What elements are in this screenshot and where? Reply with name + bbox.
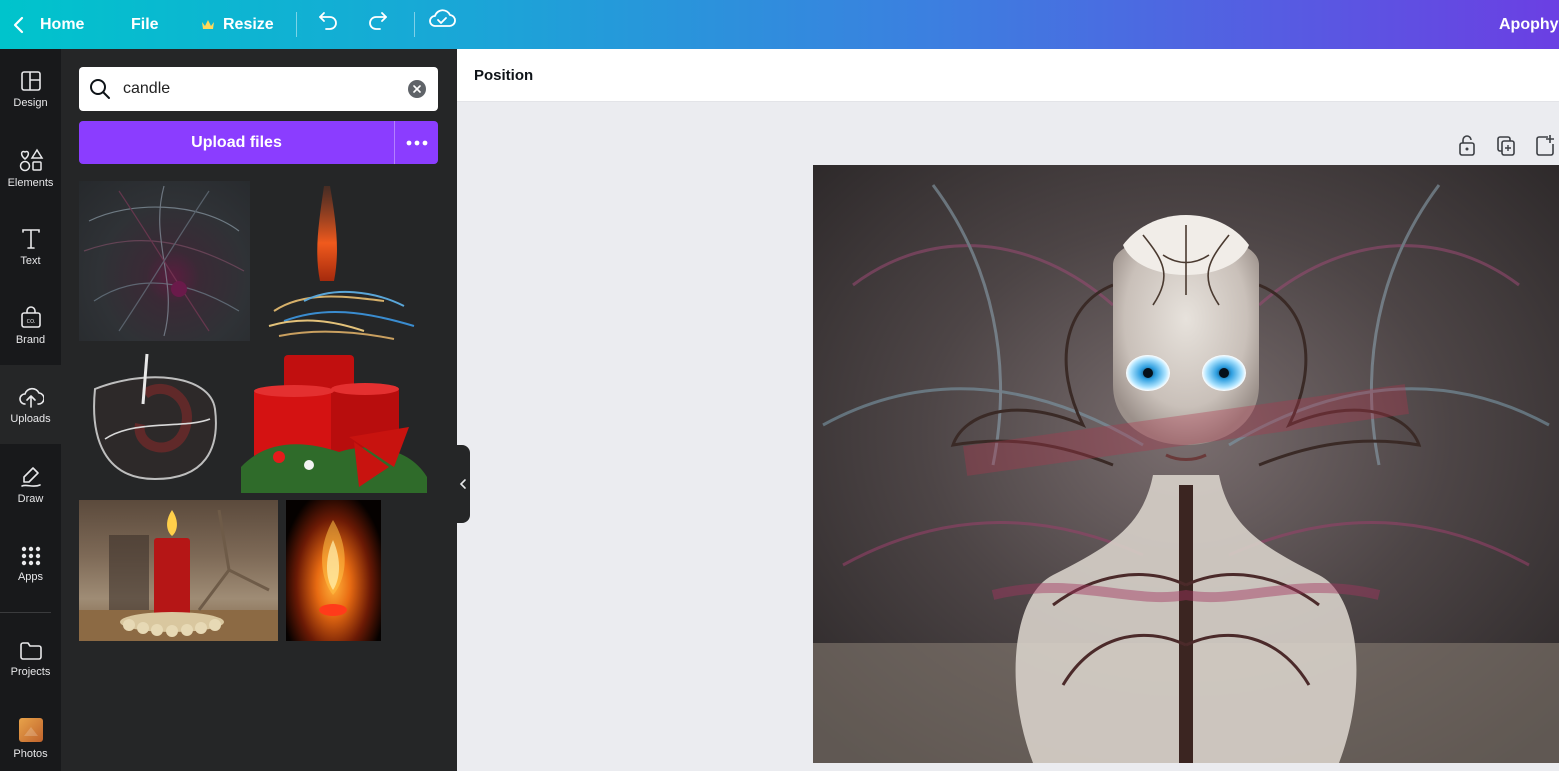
position-button[interactable]: Position	[474, 49, 533, 102]
duplicate-page-icon	[1497, 136, 1515, 156]
editor-toolbar: Position	[457, 49, 1559, 102]
sidebar-item-uploads[interactable]: Uploads	[0, 365, 61, 444]
cloud-upload-icon	[18, 387, 44, 408]
search-icon	[90, 79, 110, 99]
sidebar-item-label: Projects	[10, 665, 51, 678]
photos-icon	[18, 717, 43, 742]
sidebar-item-label: Design	[13, 96, 48, 109]
undo-icon	[319, 12, 337, 30]
flame-dark-thumbnail[interactable]	[286, 500, 381, 641]
design-canvas[interactable]	[813, 165, 1559, 763]
save-status-button[interactable]	[428, 6, 456, 37]
glass-fractal-image	[93, 353, 217, 481]
shapes-icon	[19, 148, 43, 171]
svg-text:CO.: CO.	[26, 319, 35, 325]
sidebar-item-photos[interactable]: Photos	[0, 699, 61, 771]
add-page-icon	[1536, 135, 1554, 156]
candle-skulls-image	[79, 509, 278, 641]
fractal-swirl-thumbnail[interactable]	[79, 181, 250, 341]
search-box	[79, 67, 438, 111]
text-icon	[21, 228, 40, 249]
fractal-portrait-artwork	[813, 165, 1559, 763]
sidebar-item-apps[interactable]: Apps	[0, 524, 61, 603]
christmas-candles-thumbnail[interactable]	[239, 347, 429, 493]
file-menu-button[interactable]: File	[131, 0, 159, 49]
fractal-flame-thumbnail[interactable]	[264, 181, 421, 341]
fractal-flame-image	[268, 186, 415, 340]
layout-icon	[20, 70, 41, 91]
uploads-panel: Upload files	[61, 49, 457, 771]
sidebar-item-design[interactable]: Design	[0, 49, 61, 128]
project-title[interactable]: Apophys	[1499, 0, 1559, 49]
redo-button[interactable]	[366, 7, 390, 36]
home-label: Home	[40, 15, 85, 33]
lock-icon	[1459, 135, 1475, 156]
sidebar-item-label: Photos	[13, 747, 48, 760]
left-rail: Design Elements Text CO. Brand Uploads D…	[0, 49, 61, 771]
flame-dark-image	[319, 520, 347, 616]
file-label: File	[131, 15, 159, 33]
undo-button[interactable]	[316, 7, 340, 36]
sidebar-item-draw[interactable]: Draw	[0, 445, 61, 524]
collapse-panel-button[interactable]	[456, 445, 470, 523]
sidebar-item-label: Draw	[17, 492, 44, 505]
sidebar-item-label: Apps	[17, 570, 44, 583]
cloud-check-icon	[429, 9, 456, 27]
chevron-left-icon	[459, 479, 466, 489]
close-icon	[413, 85, 421, 93]
redo-icon	[369, 12, 387, 30]
sidebar-item-label: Elements	[7, 176, 54, 189]
draw-icon	[20, 466, 41, 487]
sidebar-item-label: Brand	[15, 333, 46, 346]
upload-group: Upload files	[79, 121, 438, 164]
christmas-candles-image	[241, 355, 427, 493]
fractal-swirl-image	[83, 185, 245, 337]
toolbar-divider	[296, 12, 297, 37]
search-input[interactable]	[123, 80, 393, 98]
resize-button[interactable]: Resize	[201, 0, 274, 49]
crown-icon	[202, 19, 214, 29]
top-bar: Home File Resize Apophys	[0, 0, 1559, 49]
toolbar-divider	[414, 12, 415, 37]
sidebar-divider	[0, 612, 51, 613]
upload-more-button[interactable]	[394, 121, 438, 164]
sidebar-item-text[interactable]: Text	[0, 207, 61, 286]
sidebar-item-projects[interactable]: Projects	[0, 619, 61, 698]
upload-files-button[interactable]: Upload files	[79, 121, 394, 164]
sidebar-item-label: Text	[20, 254, 41, 267]
duplicate-page-button[interactable]	[1495, 133, 1517, 162]
sidebar-item-elements[interactable]: Elements	[0, 128, 61, 207]
more-dots-icon	[406, 140, 427, 145]
apps-grid-icon	[21, 546, 40, 565]
sidebar-item-brand[interactable]: CO. Brand	[0, 286, 61, 365]
chevron-left-icon	[13, 16, 24, 33]
lock-page-button[interactable]	[1456, 133, 1478, 162]
glass-fractal-thumbnail[interactable]	[85, 349, 225, 489]
folder-icon	[19, 641, 42, 660]
home-button[interactable]: Home	[12, 0, 84, 49]
clear-search-button[interactable]	[408, 80, 426, 98]
brand-kit-icon: CO.	[20, 305, 41, 328]
sidebar-item-label: Uploads	[10, 412, 51, 425]
candle-skulls-thumbnail[interactable]	[79, 500, 278, 641]
resize-label: Resize	[223, 15, 274, 33]
add-page-button[interactable]	[1534, 133, 1556, 162]
